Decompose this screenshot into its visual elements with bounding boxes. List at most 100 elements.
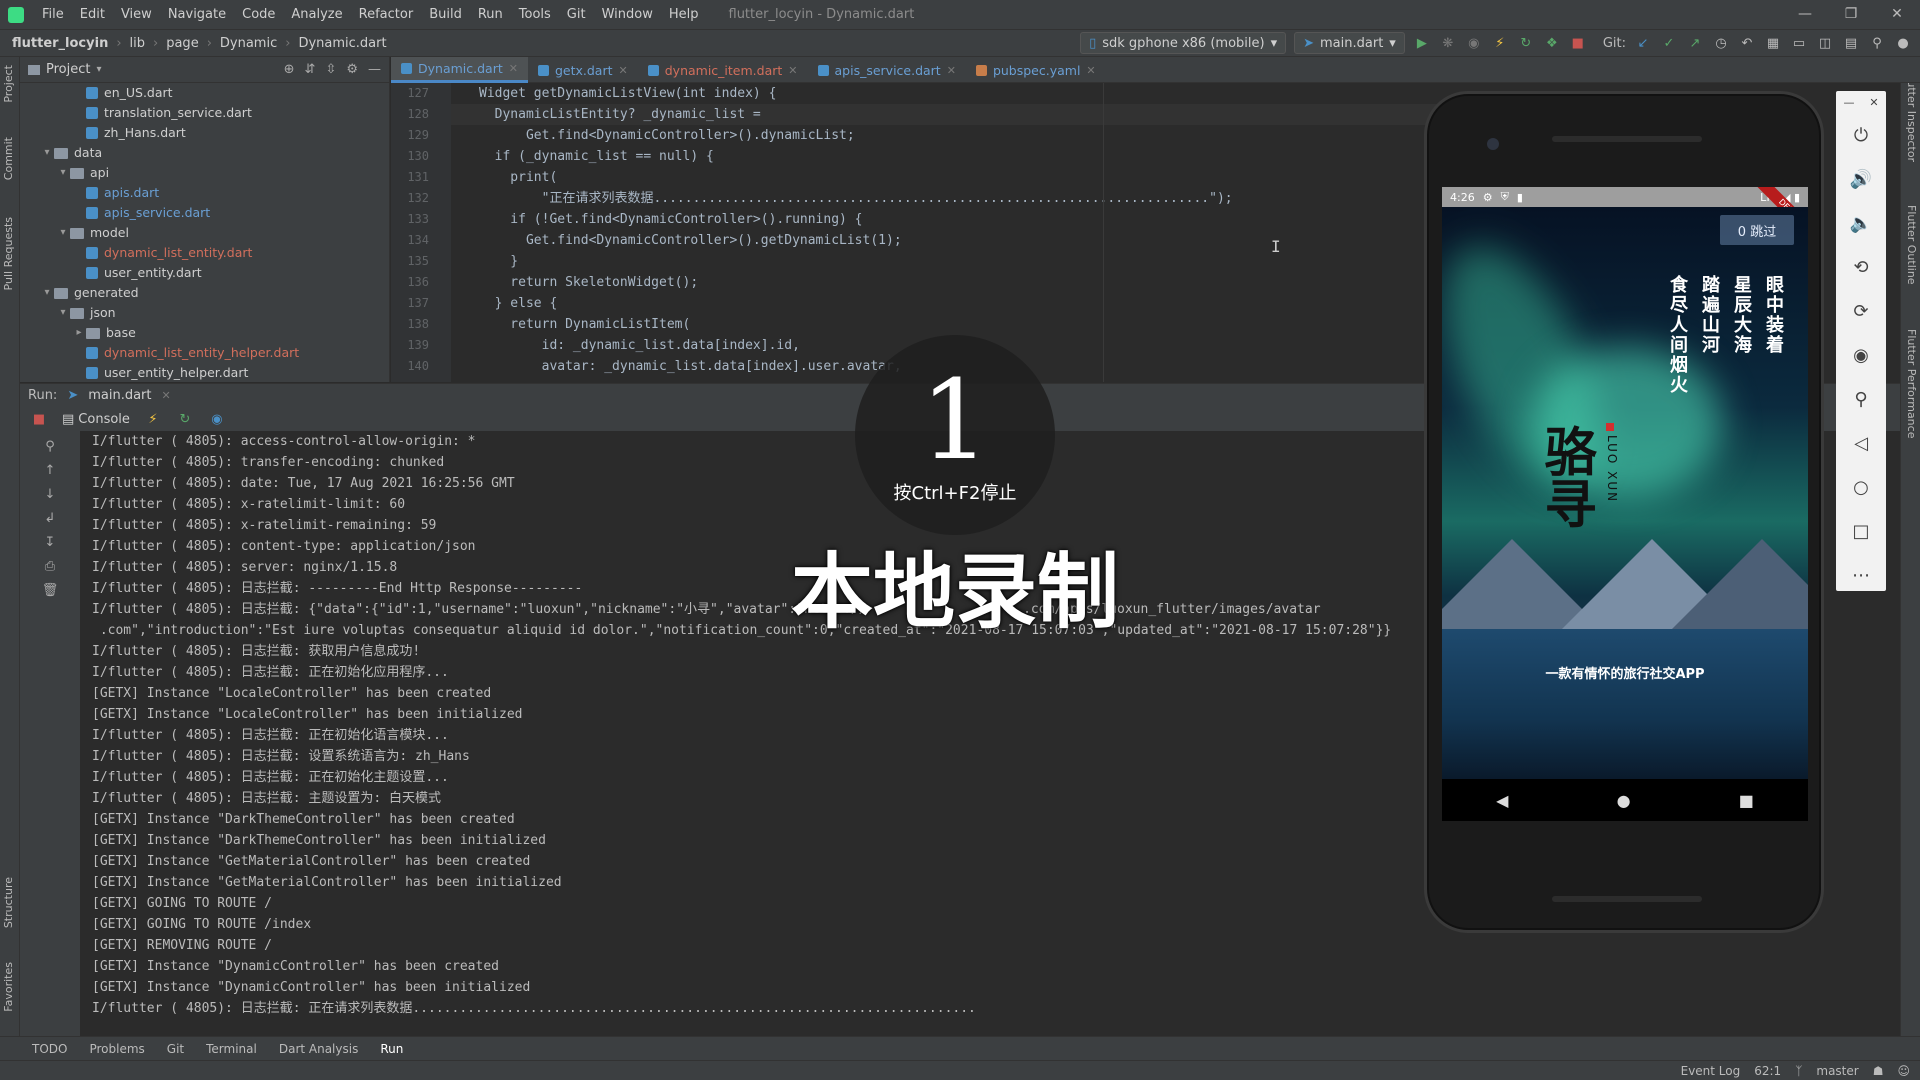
tab-flutter-outline[interactable]: Flutter Outline (1905, 205, 1918, 285)
chevron-down-icon[interactable]: ▾ (40, 283, 54, 303)
tree-file[interactable]: user_entity.dart (20, 263, 389, 283)
tree-file[interactable]: en_US.dart (20, 83, 389, 103)
recents-icon[interactable]: ■ (1739, 791, 1754, 810)
close-icon[interactable]: ✕ (619, 64, 628, 77)
power-icon[interactable]: ⏻ (1836, 113, 1886, 157)
tree-folder[interactable]: ▾ data (20, 143, 389, 163)
tab-pull-requests[interactable]: Pull Requests (2, 217, 15, 290)
tree-file[interactable]: translation_service.dart (20, 103, 389, 123)
tab-flutter-performance[interactable]: Flutter Performance (1905, 329, 1918, 438)
hot-restart-icon[interactable]: ↻ (176, 410, 194, 428)
zoom-icon[interactable]: ⚲ (1836, 377, 1886, 421)
close-icon[interactable]: ✕ (1869, 96, 1878, 109)
device-manager-icon[interactable]: ◫ (1816, 34, 1834, 52)
pin-icon[interactable]: ⚲ (41, 437, 59, 455)
hot-reload-icon[interactable]: ⚡ (144, 410, 162, 428)
tree-file[interactable]: user_entity_helper.dart (20, 363, 389, 383)
chevron-right-icon[interactable]: ▸ (72, 323, 86, 343)
tree-file[interactable]: zh_Hans.dart (20, 123, 389, 143)
cursor-position[interactable]: 62:1 (1754, 1064, 1781, 1078)
trash-icon[interactable]: 🗑 (41, 581, 59, 599)
menu-analyze[interactable]: Analyze (283, 0, 350, 29)
menu-refactor[interactable]: Refactor (351, 0, 422, 29)
tab-flutter-inspector[interactable]: Flutter Inspector (1905, 71, 1918, 162)
device-selector[interactable]: ▯ sdk gphone x86 (mobile) ▾ (1080, 32, 1287, 54)
attach-debugger-icon[interactable]: ❖ (1543, 34, 1561, 52)
sdk-manager-icon[interactable]: ▤ (1842, 34, 1860, 52)
inspector-icon[interactable]: ☺ (1897, 1064, 1910, 1078)
lock-icon[interactable]: ☗ (1873, 1064, 1884, 1078)
tree-file[interactable]: dynamic_list_entity_helper.dart (20, 343, 389, 363)
rotate-right-icon[interactable]: ⟳ (1836, 289, 1886, 333)
editor-tab[interactable]: pubspec.yaml ✕ (966, 57, 1106, 83)
run-config-selector[interactable]: ➤ main.dart ▾ (1294, 32, 1405, 54)
event-log-button[interactable]: Event Log (1681, 1064, 1741, 1078)
git-history-icon[interactable]: ◷ (1712, 34, 1730, 52)
tree-file[interactable]: dynamic_list_entity.dart (20, 243, 389, 263)
menu-view[interactable]: View (113, 0, 160, 29)
hide-icon[interactable]: — (368, 62, 381, 77)
expand-all-icon[interactable]: ⇵ (305, 62, 316, 77)
bottom-tab-dart-analysis[interactable]: Dart Analysis (279, 1042, 359, 1056)
console-tab[interactable]: ▤ Console (62, 412, 130, 427)
close-icon[interactable]: ✕ (1086, 64, 1095, 77)
menu-build[interactable]: Build (421, 0, 470, 29)
git-branch[interactable]: master (1816, 1064, 1858, 1078)
devtools-icon[interactable]: ◉ (208, 410, 226, 428)
locate-icon[interactable]: ⊕ (284, 62, 295, 77)
tab-favorites[interactable]: Favorites (2, 962, 15, 1012)
user-icon[interactable]: ● (1894, 34, 1912, 52)
minimize-icon[interactable]: — (1843, 96, 1854, 109)
volume-up-icon[interactable]: 🔊 (1836, 157, 1886, 201)
more-icon[interactable]: ⋯ (1836, 553, 1886, 597)
restore-icon[interactable]: ❐ (1828, 0, 1874, 29)
bottom-tab-todo[interactable]: TODO (32, 1042, 67, 1056)
tree-folder[interactable]: ▾ model (20, 223, 389, 243)
stop-icon[interactable]: ■ (30, 410, 48, 428)
home-icon[interactable]: ● (1617, 791, 1631, 810)
gear-icon[interactable]: ⚙ (346, 62, 358, 77)
skip-button[interactable]: 0 跳过 (1720, 215, 1794, 245)
debug-icon[interactable]: ❋ (1439, 34, 1457, 52)
back-icon[interactable]: ◁ (1836, 421, 1886, 465)
chevron-down-icon[interactable]: ▾ (56, 163, 70, 183)
close-icon[interactable]: ✕ (509, 62, 518, 75)
stop-icon[interactable]: ■ (1569, 34, 1587, 52)
close-icon[interactable]: ✕ (162, 389, 171, 402)
home-icon[interactable]: ○ (1836, 465, 1886, 509)
tab-project[interactable]: Project (2, 65, 15, 103)
rollback-icon[interactable]: ↶ (1738, 34, 1756, 52)
collapse-all-icon[interactable]: ⇳ (325, 62, 336, 77)
project-structure-icon[interactable]: ▦ (1764, 34, 1782, 52)
hot-reload-icon[interactable]: ⚡ (1491, 34, 1509, 52)
run-icon[interactable]: ▶ (1413, 34, 1431, 52)
layout-icon[interactable]: ▭ (1790, 34, 1808, 52)
menu-help[interactable]: Help (661, 0, 707, 29)
breadcrumb-item[interactable]: lib (130, 36, 145, 51)
menu-navigate[interactable]: Navigate (160, 0, 234, 29)
editor-tab[interactable]: Dynamic.dart ✕ (391, 57, 528, 83)
print-icon[interactable]: ⎙ (41, 557, 59, 575)
arrow-up-icon[interactable]: ↑ (41, 461, 59, 479)
rotate-left-icon[interactable]: ⟲ (1836, 245, 1886, 289)
git-update-icon[interactable]: ↙ (1634, 34, 1652, 52)
menu-window[interactable]: Window (594, 0, 661, 29)
menu-tools[interactable]: Tools (511, 0, 559, 29)
menu-edit[interactable]: Edit (72, 0, 113, 29)
minimize-icon[interactable]: — (1782, 0, 1828, 29)
search-icon[interactable]: ⚲ (1868, 34, 1886, 52)
tree-folder[interactable]: ▸ base (20, 323, 389, 343)
tab-structure[interactable]: Structure (2, 877, 15, 928)
menu-git[interactable]: Git (559, 0, 594, 29)
bottom-tab-problems[interactable]: Problems (89, 1042, 144, 1056)
menu-file[interactable]: File (34, 0, 72, 29)
scroll-to-end-icon[interactable]: ↧ (41, 533, 59, 551)
hot-restart-icon[interactable]: ↻ (1517, 34, 1535, 52)
back-icon[interactable]: ◀ (1496, 791, 1508, 810)
breadcrumb-item[interactable]: Dynamic.dart (298, 36, 386, 51)
close-icon[interactable]: ✕ (1874, 0, 1920, 29)
menu-run[interactable]: Run (470, 0, 511, 29)
camera-icon[interactable]: ◉ (1836, 333, 1886, 377)
git-commit-icon[interactable]: ✓ (1660, 34, 1678, 52)
tree-file[interactable]: apis_service.dart (20, 203, 389, 223)
